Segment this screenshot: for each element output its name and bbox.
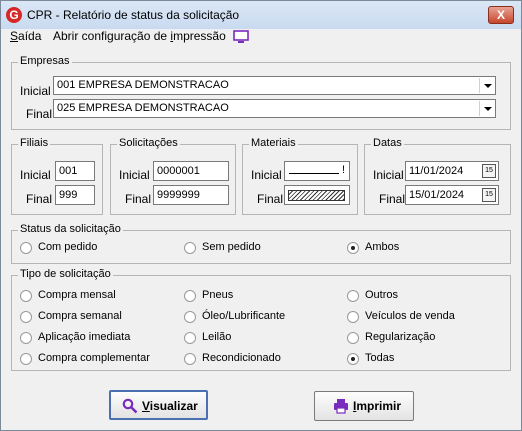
- menu-abrir-label-pre: Abrir configuração de: [53, 29, 171, 43]
- window-title: CPR - Relatório de status da solicitação: [27, 8, 240, 22]
- menu-bar: Saída Abrir configuração de impressão: [1, 28, 521, 46]
- visualizar-button[interactable]: Visualizar: [109, 390, 208, 420]
- datas-inicial-label: Inicial: [373, 168, 404, 182]
- radio-label[interactable]: Todas: [365, 352, 394, 364]
- radio-label[interactable]: Aplicação imediata: [38, 331, 130, 343]
- close-button[interactable]: X: [488, 6, 514, 24]
- filiais-group: Filiais Inicial 001 Final 999: [11, 137, 103, 215]
- solicitacao-inicial-value: 0000001: [157, 165, 200, 177]
- filial-inicial-value: 001: [59, 165, 78, 177]
- calendar-icon[interactable]: 15: [482, 188, 496, 202]
- radio-button[interactable]: [184, 242, 196, 254]
- materiais-final-label: Final: [257, 192, 284, 206]
- radio-button[interactable]: [20, 290, 32, 302]
- calendar-icon[interactable]: 15: [482, 164, 496, 178]
- imprimir-label: Imprimir: [353, 399, 402, 413]
- material-final-mask: [288, 190, 345, 201]
- solicitacoes-inicial-label: Inicial: [119, 168, 150, 182]
- material-inicial-mask: [289, 173, 339, 174]
- datas-legend: Datas: [371, 137, 404, 149]
- filiais-inicial-label: Inicial: [20, 168, 51, 182]
- solicitacao-inicial-input[interactable]: 0000001: [153, 161, 229, 181]
- radio-label[interactable]: Pneus: [202, 289, 233, 301]
- materiais-inicial-label: Inicial: [251, 168, 282, 182]
- status-group: Status da solicitação Com pedido Sem pedi…: [11, 223, 511, 264]
- menu-abrir-label-post: mpressão: [173, 29, 226, 43]
- radio-button[interactable]: [20, 311, 32, 323]
- empresa-inicial-combo[interactable]: 001 EMPRESA DEMONSTRACAO: [53, 76, 496, 95]
- report-window: G CPR - Relatório de status da solicitaç…: [0, 0, 522, 431]
- monitor-icon[interactable]: [233, 30, 249, 44]
- status-legend: Status da solicitação: [18, 223, 123, 235]
- material-inicial-input[interactable]: !: [284, 161, 350, 181]
- visualizar-label: Visualizar: [142, 399, 198, 413]
- filial-final-value: 999: [59, 189, 78, 201]
- printer-icon: [334, 399, 348, 414]
- radio-label[interactable]: Veículos de venda: [365, 310, 455, 322]
- radio-label[interactable]: Compra complementar: [38, 352, 150, 364]
- datas-group: Datas Inicial 11/01/2024 15 Final 15/01/…: [364, 137, 511, 215]
- tipo-legend: Tipo de solicitação: [18, 268, 113, 280]
- radio-button[interactable]: [20, 353, 32, 365]
- radio-label[interactable]: Recondicionado: [202, 352, 281, 364]
- data-final-input[interactable]: 15/01/2024 15: [405, 185, 499, 205]
- menu-saida-label: aída: [18, 29, 42, 43]
- radio-button[interactable]: [184, 290, 196, 302]
- radio-button[interactable]: [347, 242, 359, 254]
- empresas-inicial-label: Inicial: [20, 84, 51, 98]
- radio-button[interactable]: [347, 332, 359, 344]
- radio-label[interactable]: Outros: [365, 289, 398, 301]
- chevron-down-icon[interactable]: [479, 78, 494, 93]
- menu-abrir-configuracao[interactable]: Abrir configuração de impressão: [53, 29, 226, 43]
- empresas-final-label: Final: [26, 107, 53, 121]
- materiais-group: Materiais Inicial ! Final: [242, 137, 358, 215]
- radio-label[interactable]: Compra mensal: [38, 289, 116, 301]
- radio-button[interactable]: [20, 242, 32, 254]
- radio-button[interactable]: [347, 311, 359, 323]
- material-final-input[interactable]: [284, 185, 350, 205]
- filiais-legend: Filiais: [18, 137, 51, 149]
- radio-button[interactable]: [347, 290, 359, 302]
- radio-button[interactable]: [184, 311, 196, 323]
- empresa-final-combo[interactable]: 025 EMPRESA DEMONSTRACAO: [53, 99, 496, 118]
- radio-label[interactable]: Óleo/Lubrificante: [202, 310, 285, 322]
- radio-label[interactable]: Compra semanal: [38, 310, 122, 322]
- radio-label[interactable]: Leilão: [202, 331, 231, 343]
- radio-button[interactable]: [20, 332, 32, 344]
- solicitacao-final-value: 9999999: [157, 189, 200, 201]
- magnifier-icon: [122, 398, 138, 414]
- empresa-inicial-value: 001 EMPRESA DEMONSTRACAO: [57, 79, 229, 91]
- filial-final-input[interactable]: 999: [55, 185, 95, 205]
- chevron-down-icon[interactable]: [479, 101, 494, 116]
- solicitacoes-final-label: Final: [125, 192, 152, 206]
- empresa-final-value: 025 EMPRESA DEMONSTRACAO: [57, 102, 229, 114]
- radio-label[interactable]: Com pedido: [38, 241, 97, 253]
- tipo-group: Tipo de solicitação Compra mensal Compra …: [11, 268, 511, 371]
- radio-button[interactable]: [347, 353, 359, 365]
- imprimir-button[interactable]: Imprimir: [314, 391, 414, 421]
- radio-button[interactable]: [184, 332, 196, 344]
- empresas-group: Empresas Inicial 001 EMPRESA DEMONSTRACA…: [11, 55, 511, 130]
- solicitacoes-group: Solicitações Inicial 0000001 Final 99999…: [110, 137, 236, 215]
- solicitacao-final-input[interactable]: 9999999: [153, 185, 229, 205]
- datas-final-label: Final: [379, 192, 406, 206]
- material-inicial-value: !: [341, 164, 345, 176]
- filiais-final-label: Final: [26, 192, 53, 206]
- title-bar: G CPR - Relatório de status da solicitaç…: [1, 1, 521, 29]
- radio-label[interactable]: Ambos: [365, 241, 399, 253]
- data-inicial-input[interactable]: 11/01/2024 15: [405, 161, 499, 181]
- menu-saida[interactable]: Saída: [10, 29, 41, 43]
- empresas-legend: Empresas: [18, 55, 72, 67]
- filial-inicial-input[interactable]: 001: [55, 161, 95, 181]
- data-final-value: 15/01/2024: [409, 189, 465, 201]
- app-logo-icon: G: [6, 7, 22, 23]
- data-inicial-value: 11/01/2024: [409, 165, 464, 177]
- radio-label[interactable]: Sem pedido: [202, 241, 261, 253]
- radio-label[interactable]: Regularização: [365, 331, 435, 343]
- solicitacoes-legend: Solicitações: [117, 137, 180, 149]
- radio-button[interactable]: [184, 353, 196, 365]
- menu-saida-accel: S: [10, 29, 19, 43]
- materiais-legend: Materiais: [249, 137, 298, 149]
